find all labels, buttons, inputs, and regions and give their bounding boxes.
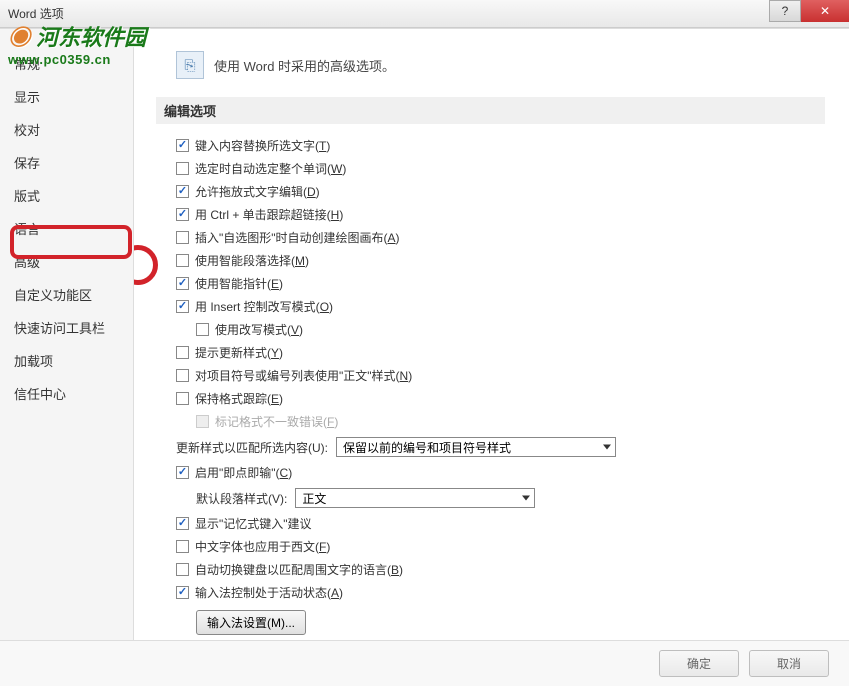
- checkbox[interactable]: [176, 540, 189, 553]
- default-para-row: 默认段落样式(V): 正文: [176, 484, 825, 512]
- sidebar-item-customize-ribbon[interactable]: 自定义功能区: [0, 278, 133, 311]
- option-row: 使用改写模式(V): [176, 318, 825, 341]
- ok-button[interactable]: 确定: [659, 650, 739, 677]
- option-label: 显示"记忆式键入"建议: [195, 515, 312, 532]
- option-row: 提示更新样式(Y): [176, 341, 825, 364]
- checkbox[interactable]: [176, 139, 189, 152]
- option-row: 对项目符号或编号列表使用"正文"样式(N): [176, 364, 825, 387]
- sidebar-item-addins[interactable]: 加载项: [0, 344, 133, 377]
- checkbox[interactable]: [196, 323, 209, 336]
- option-row: 选定时自动选定整个单词(W): [176, 157, 825, 180]
- option-label: 启用"即点即输"(C): [195, 464, 292, 481]
- sidebar-item-display[interactable]: 显示: [0, 80, 133, 113]
- checkbox[interactable]: [176, 254, 189, 267]
- update-style-row: 更新样式以匹配所选内容(U): 保留以前的编号和项目符号样式: [176, 433, 825, 461]
- help-button[interactable]: ?: [769, 0, 801, 22]
- option-row: 中文字体也应用于西文(F): [176, 535, 825, 558]
- option-label: 使用智能段落选择(M): [195, 252, 309, 269]
- option-label: 输入法控制处于活动状态(A): [195, 584, 343, 601]
- default-para-dropdown[interactable]: 正文: [295, 488, 535, 508]
- sidebar-item-language[interactable]: 语言: [0, 212, 133, 245]
- option-row: 保持格式跟踪(E): [176, 387, 825, 410]
- checkbox[interactable]: [176, 563, 189, 576]
- option-row: 键入内容替换所选文字(T): [176, 134, 825, 157]
- option-row: 使用智能段落选择(M): [176, 249, 825, 272]
- sidebar-item-save[interactable]: 保存: [0, 146, 133, 179]
- option-label: 使用智能指针(E): [195, 275, 283, 292]
- checkbox[interactable]: [176, 346, 189, 359]
- sidebar: 常规 显示 校对 保存 版式 语言 高级 自定义功能区 快速访问工具栏 加载项 …: [0, 29, 134, 640]
- checkbox[interactable]: [176, 466, 189, 479]
- checkbox[interactable]: [176, 392, 189, 405]
- option-row: 允许拖放式文字编辑(D): [176, 180, 825, 203]
- option-row: 标记格式不一致错误(F): [176, 410, 825, 433]
- option-row: 输入法控制处于活动状态(A): [176, 581, 825, 604]
- titlebar: Word 选项 ? ✕: [0, 0, 849, 28]
- sidebar-item-layout[interactable]: 版式: [0, 179, 133, 212]
- cancel-button[interactable]: 取消: [749, 650, 829, 677]
- checkbox[interactable]: [176, 277, 189, 290]
- option-row: 用 Ctrl + 单击跟踪超链接(H): [176, 203, 825, 226]
- option-label: 用 Ctrl + 单击跟踪超链接(H): [195, 206, 343, 223]
- option-label: 键入内容替换所选文字(T): [195, 137, 330, 154]
- option-row: 显示"记忆式键入"建议: [176, 512, 825, 535]
- sidebar-item-trust[interactable]: 信任中心: [0, 377, 133, 410]
- header-icon: ⎘: [176, 51, 204, 79]
- option-label: 自动切换键盘以匹配周围文字的语言(B): [195, 561, 403, 578]
- option-label: 提示更新样式(Y): [195, 344, 283, 361]
- footer: 确定 取消: [0, 640, 849, 686]
- annotation-red-circle: [134, 245, 158, 285]
- option-label: 标记格式不一致错误(F): [215, 413, 338, 430]
- content-header: ⎘ 使用 Word 时采用的高级选项。: [176, 51, 825, 79]
- header-text: 使用 Word 时采用的高级选项。: [214, 56, 395, 75]
- checkbox[interactable]: [176, 369, 189, 382]
- option-row: 用 Insert 控制改写模式(O): [176, 295, 825, 318]
- sidebar-item-general[interactable]: 常规: [0, 47, 133, 80]
- checkbox[interactable]: [176, 185, 189, 198]
- checkbox: [196, 415, 209, 428]
- option-label: 保持格式跟踪(E): [195, 390, 283, 407]
- sidebar-item-proofing[interactable]: 校对: [0, 113, 133, 146]
- window-title: Word 选项: [4, 5, 64, 22]
- option-label: 用 Insert 控制改写模式(O): [195, 298, 333, 315]
- checkbox[interactable]: [176, 231, 189, 244]
- update-style-label: 更新样式以匹配所选内容(U):: [176, 439, 328, 456]
- option-row: 插入"自选图形"时自动创建绘图画布(A): [176, 226, 825, 249]
- update-style-dropdown[interactable]: 保留以前的编号和项目符号样式: [336, 437, 616, 457]
- ime-settings-button[interactable]: 输入法设置(M)...: [196, 610, 306, 635]
- option-label: 使用改写模式(V): [215, 321, 303, 338]
- option-row: 自动切换键盘以匹配周围文字的语言(B): [176, 558, 825, 581]
- sidebar-item-qat[interactable]: 快速访问工具栏: [0, 311, 133, 344]
- checkbox[interactable]: [176, 517, 189, 530]
- close-button[interactable]: ✕: [801, 0, 849, 22]
- option-label: 选定时自动选定整个单词(W): [195, 160, 346, 177]
- option-row: 使用智能指针(E): [176, 272, 825, 295]
- checkbox[interactable]: [176, 300, 189, 313]
- option-label: 插入"自选图形"时自动创建绘图画布(A): [195, 229, 400, 246]
- checkbox[interactable]: [176, 586, 189, 599]
- sidebar-item-advanced[interactable]: 高级: [0, 245, 133, 278]
- checkbox[interactable]: [176, 208, 189, 221]
- default-para-label: 默认段落样式(V):: [196, 490, 287, 507]
- option-row: 启用"即点即输"(C): [176, 461, 825, 484]
- option-label: 对项目符号或编号列表使用"正文"样式(N): [195, 367, 412, 384]
- checkbox[interactable]: [176, 162, 189, 175]
- option-label: 允许拖放式文字编辑(D): [195, 183, 320, 200]
- section-title: 编辑选项: [156, 97, 825, 124]
- content-pane: ⎘ 使用 Word 时采用的高级选项。 编辑选项 键入内容替换所选文字(T) 选定…: [134, 29, 849, 640]
- option-label: 中文字体也应用于西文(F): [195, 538, 330, 555]
